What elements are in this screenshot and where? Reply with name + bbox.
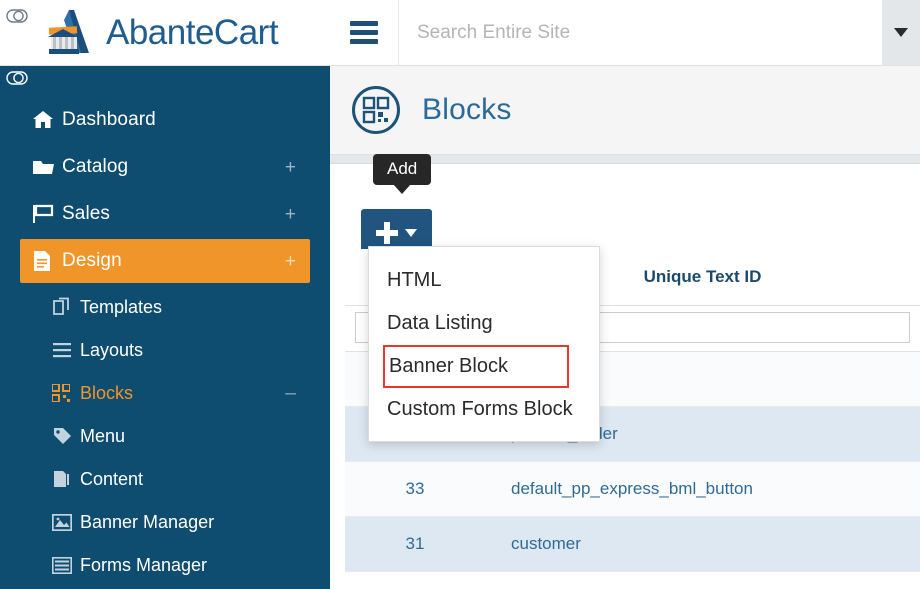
sidebar-item-label: Design: [62, 250, 122, 271]
add-block-type-menu: HTML Data Listing Banner Block Custom Fo…: [368, 246, 600, 442]
list-icon: [52, 342, 80, 358]
cell-id: 33: [345, 461, 485, 517]
menu-item-custom-forms-block[interactable]: Custom Forms Block: [369, 388, 599, 431]
panel-toggle-glyph: [6, 71, 28, 85]
sidebar-subitem-label: Content: [80, 468, 144, 489]
blocks-qr-icon: [352, 86, 400, 134]
add-button-tooltip: Add: [373, 154, 432, 195]
sidebar-collapse-toggle[interactable]: [6, 71, 28, 93]
abantecart-logo-icon: [48, 10, 89, 54]
cell-id: 31: [345, 516, 485, 572]
brand-name: AbanteCart: [106, 12, 279, 52]
sidebar-item-design[interactable]: Design +: [20, 239, 310, 283]
sidebar-item-forms-manager[interactable]: Forms Manager: [20, 544, 310, 586]
sidebar-subitem-label: Templates: [80, 296, 163, 317]
sidebar-item-sales[interactable]: Sales +: [20, 192, 310, 236]
file-lines-icon: [32, 250, 62, 272]
brand-bar: AbanteCart: [0, 0, 330, 66]
sidebar-item-label: Dashboard: [62, 109, 156, 130]
forms-list-icon: [52, 556, 80, 574]
sidebar-item-catalog[interactable]: Catalog +: [20, 145, 310, 189]
sidebar-expander[interactable]: +: [285, 158, 296, 177]
sidebar: AbanteCart Dashboard Catalog + Sales + D…: [0, 0, 330, 589]
menu-item-html[interactable]: HTML: [369, 259, 599, 302]
sidebar-subitem-label: Banner Manager: [80, 511, 215, 532]
sidebar-item-blocks[interactable]: Blocks –: [20, 372, 310, 414]
sidebar-subitem-label: Forms Manager: [80, 554, 208, 575]
chevron-down-icon: [894, 28, 908, 37]
sidebar-expander[interactable]: +: [285, 252, 296, 271]
flag-icon: [32, 204, 62, 224]
copy-icon: [52, 297, 80, 317]
image-icon: [52, 513, 80, 531]
page-title: Blocks: [422, 93, 512, 126]
sidebar-subitem-label: Blocks: [80, 382, 134, 403]
hamburger-icon[interactable]: [330, 0, 399, 65]
table-row[interactable]: 31 customer: [345, 516, 920, 572]
brand-logo[interactable]: AbanteCart: [45, 7, 279, 57]
sidebar-item-label: Catalog: [62, 156, 129, 177]
menu-item-banner-block[interactable]: Banner Block: [383, 345, 569, 388]
top-bar: [330, 0, 920, 66]
hamburger-glyph: [350, 21, 378, 44]
abantecart-admin-window: AbanteCart Dashboard Catalog + Sales + D…: [0, 0, 920, 589]
table-row[interactable]: 33 default_pp_express_bml_button: [345, 461, 920, 517]
panel-toggle-glyph: [6, 9, 28, 23]
tag-icon: [52, 426, 80, 446]
menu-item-data-listing[interactable]: Data Listing: [369, 302, 599, 345]
sidebar-item-menu[interactable]: Menu: [20, 415, 310, 457]
home-icon: [32, 110, 62, 130]
page-header: Blocks: [330, 66, 920, 155]
sidebar-nav-panel: Dashboard Catalog + Sales + Design + Tem…: [0, 66, 330, 589]
sidebar-collapse-expander[interactable]: –: [285, 384, 296, 403]
sidebar-menu: Dashboard Catalog + Sales + Design + Tem…: [0, 95, 330, 587]
site-search: [399, 0, 920, 65]
sidebar-item-dashboard[interactable]: Dashboard: [20, 98, 310, 142]
cell-unique-text-id[interactable]: customer: [485, 516, 920, 572]
blocks-grid-icon: [52, 384, 80, 402]
sidebar-item-label: Sales: [62, 203, 111, 224]
folder-icon: [32, 158, 62, 176]
sidebar-item-content[interactable]: Content: [20, 458, 310, 500]
plus-icon: [376, 222, 398, 244]
sidebar-expander[interactable]: +: [285, 205, 296, 224]
sidebar-subitem-label: Layouts: [80, 339, 144, 360]
sidebar-subitem-label: Menu: [80, 425, 126, 446]
sidebar-item-templates[interactable]: Templates: [20, 286, 310, 328]
pages-icon: [52, 469, 80, 489]
search-input[interactable]: [399, 0, 882, 65]
search-scope-dropdown-button[interactable]: [882, 0, 920, 65]
sidebar-item-banner-manager[interactable]: Banner Manager: [20, 501, 310, 543]
sidebar-item-layouts[interactable]: Layouts: [20, 329, 310, 371]
caret-down-icon: [405, 229, 417, 237]
cell-unique-text-id[interactable]: default_pp_express_bml_button: [485, 461, 920, 517]
panel-toggle-icon[interactable]: [6, 5, 28, 27]
